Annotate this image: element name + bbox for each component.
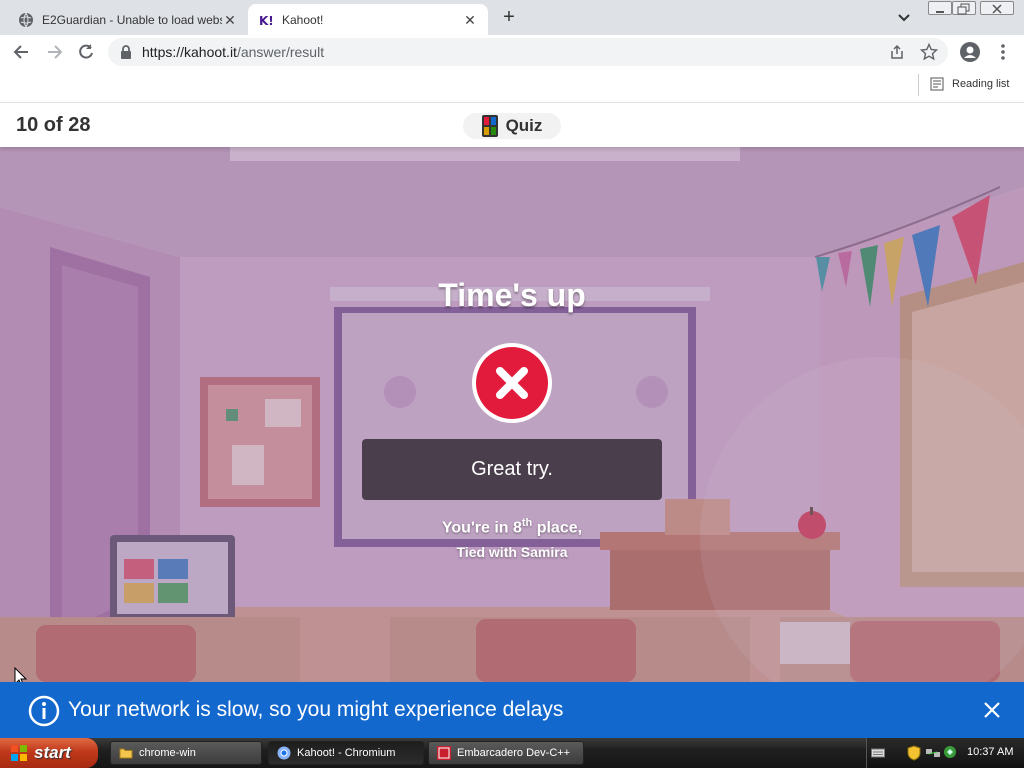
- address-bar[interactable]: https://kahoot.it/answer/result: [108, 38, 948, 66]
- taskbar-item-chrome-win[interactable]: chrome-win: [110, 741, 262, 765]
- lock-icon[interactable]: [120, 45, 132, 64]
- result-message: Great try.: [471, 458, 553, 480]
- start-button[interactable]: start: [0, 738, 98, 768]
- close-x-icon: [476, 347, 548, 419]
- tab-kahoot[interactable]: K! Kahoot! ✕: [248, 4, 488, 35]
- tab-title: E2Guardian - Unable to load website: [42, 12, 222, 27]
- system-tray: 10:37 AM: [866, 738, 1024, 768]
- result-stage: Time's up Great try. You're in 8th place…: [0, 147, 1024, 682]
- security-shield-icon[interactable]: [907, 745, 921, 766]
- tab-title: Kahoot!: [282, 12, 324, 27]
- taskbar-item-devcpp[interactable]: Embarcadero Dev-C++: [428, 741, 584, 765]
- keyboard-icon[interactable]: [871, 746, 885, 764]
- info-icon: [28, 695, 60, 732]
- url-text[interactable]: https://kahoot.it/answer/result: [142, 44, 324, 60]
- svg-text:K!: K!: [259, 14, 274, 28]
- placement-text: You're in 8th place,: [0, 517, 1024, 537]
- taskbar-clock: 10:37 AM: [967, 746, 1014, 758]
- browser-tab-strip: E2Guardian - Unable to load website ✕ K!…: [0, 0, 1024, 35]
- result-message-box: Great try.: [362, 439, 662, 500]
- taskbar-item-label: chrome-win: [139, 747, 196, 759]
- taskbar: start chrome-win Kahoot! - Chromium Emba…: [0, 738, 1024, 768]
- bookmark-star-icon[interactable]: [919, 42, 939, 66]
- tray-app-icon[interactable]: [943, 745, 957, 764]
- window-minimize-button[interactable]: [928, 1, 952, 15]
- bookmarks-bar: Reading list: [0, 69, 1024, 103]
- back-arrow-icon[interactable]: [12, 42, 32, 62]
- taskbar-item-kahoot-chromium[interactable]: Kahoot! - Chromium: [268, 741, 424, 765]
- windows-logo-icon: [10, 744, 28, 762]
- new-tab-button[interactable]: +: [498, 6, 520, 28]
- globe-icon: [18, 12, 34, 28]
- incorrect-badge: [472, 343, 552, 423]
- place-tail: place,: [532, 519, 583, 537]
- place-suffix: th: [521, 517, 533, 529]
- window-close-button[interactable]: [980, 1, 1014, 15]
- quiz-mode-pill: Quiz: [463, 113, 561, 139]
- tab-search-chevron-icon[interactable]: [896, 9, 912, 25]
- folder-icon: [119, 746, 133, 760]
- reload-icon[interactable]: [76, 42, 96, 62]
- reading-list-button[interactable]: Reading list: [918, 74, 1010, 96]
- close-banner-icon[interactable]: [982, 700, 1002, 725]
- network-icon[interactable]: [925, 746, 941, 765]
- question-counter: 10 of 28: [16, 114, 91, 136]
- taskbar-item-label: Embarcadero Dev-C++: [457, 747, 571, 759]
- divider: [918, 74, 919, 96]
- forward-arrow-icon[interactable]: [44, 42, 64, 62]
- quiz-blocks-icon: [481, 115, 498, 137]
- share-icon[interactable]: [888, 43, 906, 66]
- tied-with-text: Tied with Samira: [456, 544, 568, 560]
- close-tab-icon[interactable]: ✕: [462, 12, 478, 28]
- network-warning-banner: Your network is slow, so you might exper…: [0, 682, 1024, 738]
- tab-e2guardian[interactable]: E2Guardian - Unable to load website ✕: [8, 4, 248, 35]
- profile-avatar-icon[interactable]: [960, 42, 980, 62]
- window-restore-button[interactable]: [952, 1, 976, 15]
- chromium-icon: [277, 746, 291, 760]
- devcpp-icon: [437, 746, 451, 760]
- close-tab-icon[interactable]: ✕: [222, 12, 238, 28]
- reading-list-icon: [930, 77, 944, 91]
- menu-kebab-icon[interactable]: [993, 42, 1013, 62]
- result-title: Time's up: [438, 277, 586, 313]
- place-prefix: You're in 8: [441, 519, 522, 537]
- browser-toolbar: https://kahoot.it/answer/result: [0, 35, 1024, 69]
- kahoot-top-bar: 10 of 28 Quiz: [0, 103, 1024, 147]
- start-label: start: [34, 743, 71, 762]
- taskbar-item-label: Kahoot! - Chromium: [297, 747, 396, 759]
- url-host: https://kahoot.it: [142, 44, 237, 60]
- url-path: /answer/result: [236, 44, 325, 60]
- reading-list-label: Reading list: [952, 78, 1010, 90]
- kahoot-favicon: K!: [258, 11, 274, 28]
- network-warning-message: Your network is slow, so you might exper…: [68, 698, 564, 721]
- mouse-pointer-icon: [14, 666, 28, 682]
- quiz-mode-label: Quiz: [505, 116, 543, 135]
